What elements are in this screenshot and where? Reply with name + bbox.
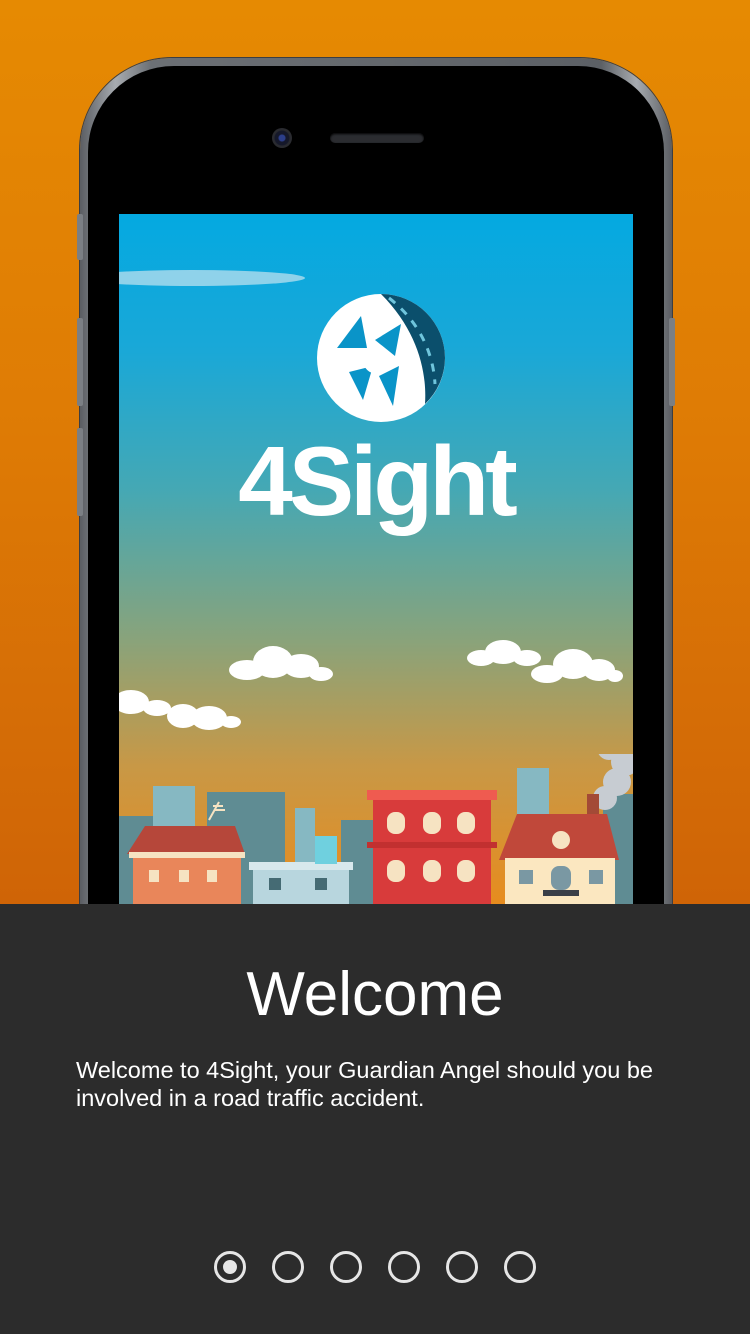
page-dot-5[interactable] <box>446 1251 478 1283</box>
page-dot-6[interactable] <box>504 1251 536 1283</box>
page-dot-4[interactable] <box>388 1251 420 1283</box>
page-indicator <box>0 1251 750 1287</box>
phone-mute-switch <box>77 214 83 260</box>
brand-wordmark: 4Sight <box>238 426 517 536</box>
aperture-road-logo-icon <box>317 294 445 422</box>
welcome-description: Welcome to 4Sight, your Guardian Angel s… <box>76 1057 653 1111</box>
page-dot-1[interactable] <box>214 1251 246 1283</box>
onboarding-hero: 4Sight <box>0 0 750 904</box>
welcome-panel: Welcome Welcome to 4Sight, your Guardian… <box>0 904 750 1334</box>
city-skyline-illustration <box>119 754 633 904</box>
cloud-icon <box>531 649 623 683</box>
page-dot-3[interactable] <box>330 1251 362 1283</box>
phone-speaker <box>330 133 424 143</box>
phone-power-button <box>669 318 675 406</box>
sky-streak <box>119 270 305 286</box>
cloud-icon <box>119 690 241 730</box>
phone-volume-up-button <box>77 318 83 406</box>
phone-camera <box>272 128 292 148</box>
phone-volume-down-button <box>77 428 83 516</box>
app-splash-screen: 4Sight <box>119 214 633 904</box>
cloud-icon <box>229 646 333 681</box>
page-dot-2[interactable] <box>272 1251 304 1283</box>
welcome-title: Welcome <box>246 960 504 1029</box>
